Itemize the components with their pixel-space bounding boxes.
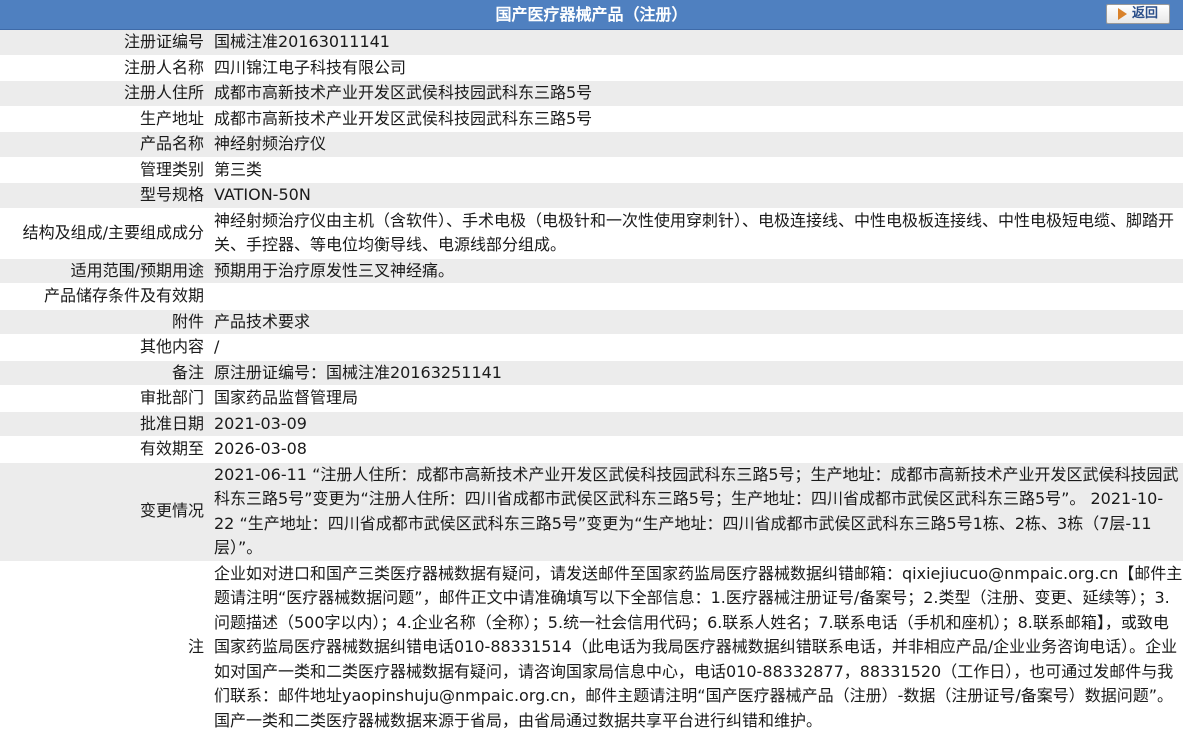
field-value	[210, 283, 1183, 310]
table-row: 结构及组成/主要组成成分 神经射频治疗仪由主机（含软件）、手术电极（电极针和一次性…	[0, 208, 1183, 259]
field-value: 国械注准20163011141	[210, 30, 1183, 56]
field-value: 神经射频治疗仪由主机（含软件）、手术电极（电极针和一次性使用穿刺针）、电极连接线…	[210, 208, 1183, 259]
field-value: 2026-03-08	[210, 436, 1183, 463]
table-row: 批准日期 2021-03-09	[0, 411, 1183, 437]
field-value: 第三类	[210, 157, 1183, 183]
table-row: 注企业如对进口和国产三类医疗器械数据有疑问，请发送邮件至国家药监局医疗器械数据纠…	[0, 561, 1183, 734]
table-row: 审批部门 国家药品监督管理局	[0, 385, 1183, 412]
table-row: 备注 原注册证编号：国械注准20163251141	[0, 360, 1183, 386]
field-label: 备注	[0, 360, 210, 386]
page-title: 国产医疗器械产品（注册）	[495, 5, 688, 24]
back-button-label: 返回	[1131, 6, 1158, 21]
field-label: 结构及组成/主要组成成分	[0, 208, 210, 259]
field-label: 审批部门	[0, 385, 210, 412]
field-value: 原注册证编号：国械注准20163251141	[210, 360, 1183, 386]
field-label: 注册人住所	[0, 80, 210, 107]
table-row: 有效期至 2026-03-08	[0, 436, 1183, 463]
table-row: 附件 产品技术要求	[0, 309, 1183, 335]
field-label: 其他内容	[0, 334, 210, 361]
field-value: 企业如对进口和国产三类医疗器械数据有疑问，请发送邮件至国家药监局医疗器械数据纠错…	[210, 561, 1183, 734]
back-button[interactable]: 返回	[1106, 4, 1170, 24]
field-value: /	[210, 334, 1183, 361]
table-row: 注册人名称 四川锦江电子科技有限公司	[0, 55, 1183, 81]
field-label: 产品名称	[0, 131, 210, 158]
field-label: 注	[0, 561, 210, 734]
header-bar: 国产医疗器械产品（注册） 返回	[0, 0, 1183, 30]
field-value: 四川锦江电子科技有限公司	[210, 55, 1183, 81]
table-row: 产品储存条件及有效期	[0, 283, 1183, 310]
table-row: 注册人住所 成都市高新技术产业开发区武侯科技园武科东三路5号	[0, 80, 1183, 107]
field-value: 国家药品监督管理局	[210, 385, 1183, 412]
field-value: 神经射频治疗仪	[210, 131, 1183, 158]
table-row: 变更情况 2021-06-11 “注册人住所：成都市高新技术产业开发区武侯科技园武…	[0, 462, 1183, 562]
field-value: VATION-50N	[210, 182, 1183, 209]
table-row: 管理类别 第三类	[0, 157, 1183, 183]
field-label: 批准日期	[0, 411, 210, 437]
field-label: 产品储存条件及有效期	[0, 283, 210, 310]
field-label: 管理类别	[0, 157, 210, 183]
field-label: 注册证编号	[0, 30, 210, 56]
field-value: 2021-03-09	[210, 411, 1183, 437]
field-value: 产品技术要求	[210, 309, 1183, 335]
field-value: 2021-06-11 “注册人住所：成都市高新技术产业开发区武侯科技园武科东三路…	[210, 462, 1183, 562]
field-label: 适用范围/预期用途	[0, 258, 210, 284]
field-label: 注册人名称	[0, 55, 210, 81]
detail-page: 国产医疗器械产品（注册） 返回 注册证编号 国械注准20163011141 注册人名…	[0, 0, 1183, 734]
field-label: 变更情况	[0, 462, 210, 562]
back-arrow-icon	[1117, 8, 1127, 20]
table-row: 产品名称 神经射频治疗仪	[0, 131, 1183, 158]
field-value: 成都市高新技术产业开发区武侯科技园武科东三路5号	[210, 80, 1183, 107]
table-row: 其他内容 /	[0, 334, 1183, 361]
table-row: 型号规格 VATION-50N	[0, 182, 1183, 209]
field-label: 生产地址	[0, 106, 210, 132]
detail-table: 注册证编号 国械注准20163011141 注册人名称 四川锦江电子科技有限公司 注册人…	[0, 30, 1183, 734]
table-row: 适用范围/预期用途 预期用于治疗原发性三叉神经痛。	[0, 258, 1183, 284]
field-label: 有效期至	[0, 436, 210, 463]
table-row: 生产地址 成都市高新技术产业开发区武侯科技园武科东三路5号	[0, 106, 1183, 132]
field-value: 成都市高新技术产业开发区武侯科技园武科东三路5号	[210, 106, 1183, 132]
field-label: 型号规格	[0, 182, 210, 209]
table-row: 注册证编号 国械注准20163011141	[0, 30, 1183, 56]
field-label: 附件	[0, 309, 210, 335]
field-value: 预期用于治疗原发性三叉神经痛。	[210, 258, 1183, 284]
